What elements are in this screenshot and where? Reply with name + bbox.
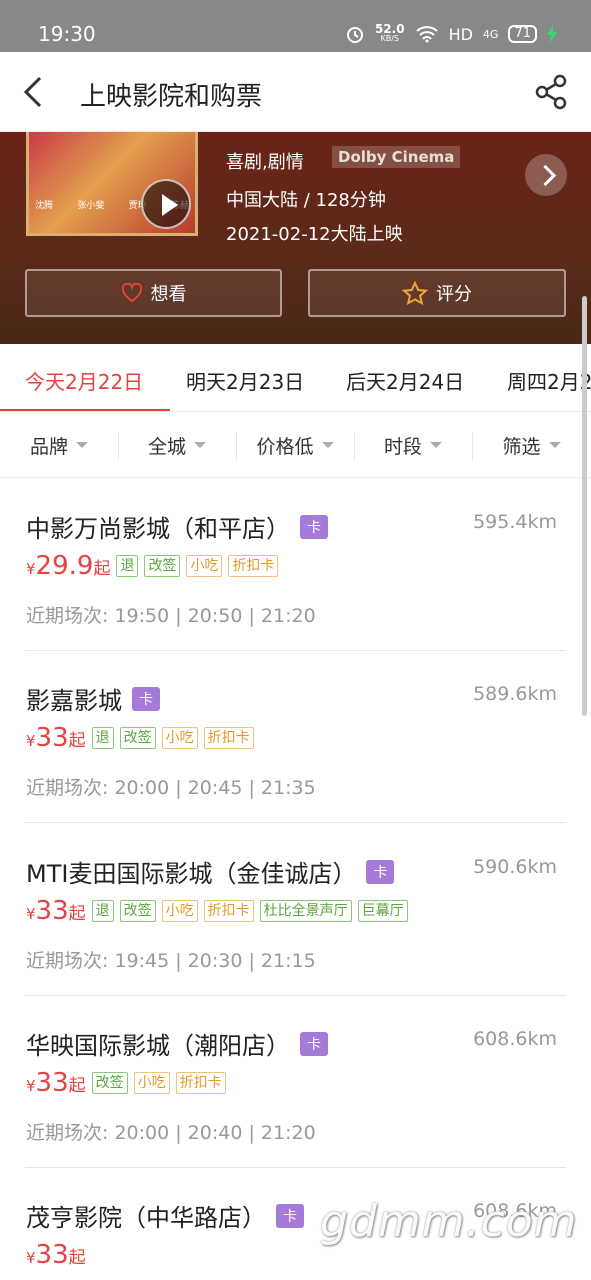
tag-rebook: 改签: [91, 1072, 128, 1094]
rate-label: 评分: [436, 284, 472, 305]
cinema-name: 中影万尚影城（和平店）: [26, 515, 290, 543]
filter-time[interactable]: 时段: [354, 412, 472, 478]
tab-date-thursday[interactable]: 周四2月25日: [507, 366, 591, 395]
status-icons: 52.0 KB/S HD 4G 71: [345, 22, 557, 44]
cinema-showtimes: 近期场次: 20:00 | 20:40 | 21:20: [26, 1122, 316, 1144]
tag-imax-hall: 巨幕厅: [357, 900, 408, 922]
caret-down-icon: [548, 442, 561, 448]
rate-button[interactable]: 评分: [308, 269, 566, 317]
filter-more[interactable]: 筛选: [472, 412, 591, 478]
tag-snacks: 小吃: [186, 555, 223, 577]
tag-refund: 退: [91, 727, 114, 749]
tag-dolby-atmos-hall: 杜比全景声厅: [259, 900, 352, 922]
card-badge: 卡: [300, 1031, 328, 1056]
divider: [25, 822, 566, 823]
cinema-item[interactable]: MTI麦田国际影城（金佳诚店） 卡 590.6km ¥ 33 起 退 改签 小吃…: [0, 824, 591, 996]
cinema-price: ¥ 33 起: [26, 723, 86, 753]
cinema-distance: 589.6km: [473, 683, 557, 705]
share-icon[interactable]: [533, 72, 569, 112]
net-speed: 52.0 KB/S: [374, 22, 405, 43]
date-tabs: 今天2月22日 明天2月23日 后天2月24日 周四2月25日: [0, 344, 591, 412]
tag-refund: 退: [91, 900, 114, 922]
scrollbar[interactable]: [582, 296, 587, 716]
status-bar: 19:30 52.0 KB/S HD 4G 71: [0, 0, 591, 52]
tag-discount-card: 折扣卡: [203, 900, 254, 922]
card-badge: 卡: [366, 859, 395, 884]
cinema-showtimes: 近期场次: 20:00 | 20:45 | 21:35: [26, 777, 316, 799]
battery-icon: 71: [508, 25, 537, 43]
cinema-showtimes: 近期场次: 19:50 | 20:50 | 21:20: [26, 605, 316, 627]
signal-icon: 4G: [482, 27, 499, 41]
chevron-right-icon[interactable]: [525, 154, 567, 196]
hd-indicator: HD: [448, 24, 473, 44]
filter-brand[interactable]: 品牌: [0, 412, 118, 478]
tag-rebook: 改签: [119, 900, 156, 922]
back-arrow-icon[interactable]: [18, 74, 50, 110]
caret-down-icon: [430, 442, 442, 448]
movie-release-date: 2021-02-12大陆上映: [226, 224, 403, 245]
tag-refund: 退: [116, 555, 139, 577]
caret-down-icon: [194, 442, 206, 448]
star-icon: [402, 281, 428, 305]
tag-rebook: 改签: [144, 555, 181, 577]
movie-poster[interactable]: 沈腾 张小斐 贾玲 陈赫: [26, 132, 198, 236]
cinema-item[interactable]: 中影万尚影城（和平店） 卡 595.4km ¥ 29.9 起 退 改签 小吃 折…: [0, 479, 591, 651]
want-label: 想看: [150, 284, 187, 305]
tag-snacks: 小吃: [161, 727, 198, 749]
cinema-name: 茂亨影院（中华路店）: [26, 1204, 266, 1232]
tag-discount-card: 折扣卡: [203, 727, 254, 749]
cinema-price: ¥ 29.9 起: [26, 551, 111, 581]
tag-snacks: 小吃: [161, 900, 198, 922]
filter-bar: 品牌 全城 价格低 时段 筛选: [0, 412, 591, 478]
caret-down-icon: [76, 442, 88, 448]
cinema-price: ¥ 33 起: [26, 1068, 86, 1098]
cinema-distance: 590.6km: [473, 856, 557, 878]
watermark: gdmm.com: [320, 1196, 578, 1247]
card-badge: 卡: [300, 514, 328, 539]
cinema-name: MTI麦田国际影城（金佳诚店）: [26, 860, 357, 888]
filter-area[interactable]: 全城: [118, 412, 236, 478]
tag-discount-card: 折扣卡: [228, 555, 279, 577]
cinema-item[interactable]: 影嘉影城 卡 589.6km ¥ 33 起 退 改签 小吃 折扣卡 近期场次: …: [0, 651, 591, 823]
filter-price[interactable]: 价格低: [236, 412, 354, 478]
cinema-price: ¥ 33 起: [26, 1240, 86, 1270]
tab-date-day-after[interactable]: 后天2月24日: [346, 366, 464, 395]
cinema-showtimes: 近期场次: 19:45 | 20:30 | 21:15: [26, 950, 316, 972]
cinema-distance: 608.6km: [473, 1028, 557, 1050]
play-trailer-icon[interactable]: [141, 179, 191, 229]
movie-region-duration: 中国大陆 / 128分钟: [226, 190, 386, 211]
tag-snacks: 小吃: [133, 1072, 170, 1094]
movie-genre: 喜剧,剧情: [226, 152, 304, 173]
cinema-distance: 595.4km: [473, 511, 557, 533]
status-time: 19:30: [38, 22, 96, 46]
page-title: 上映影院和购票: [80, 82, 263, 112]
app-header: 上映影院和购票: [0, 52, 591, 132]
cinema-name: 华映国际影城（潮阳店）: [26, 1032, 290, 1060]
cinema-item[interactable]: 华映国际影城（潮阳店） 卡 608.6km ¥ 33 起 改签 小吃 折扣卡 近…: [0, 996, 591, 1168]
tab-date-today[interactable]: 今天2月22日: [25, 366, 143, 395]
dolby-badge: Dolby Cinema: [332, 146, 461, 168]
charging-icon: [547, 25, 557, 43]
cinema-name: 影嘉影城: [26, 687, 122, 715]
tag-discount-card: 折扣卡: [175, 1072, 226, 1094]
caret-down-icon: [321, 442, 334, 448]
card-badge: 卡: [276, 1203, 304, 1228]
heart-icon: [121, 283, 142, 303]
tag-rebook: 改签: [119, 727, 156, 749]
wifi-icon: [415, 26, 438, 43]
movie-banner: 沈腾 张小斐 贾玲 陈赫 喜剧,剧情 Dolby Cinema 中国大陆 / 1…: [0, 132, 591, 344]
cinema-price: ¥ 33 起: [26, 896, 86, 926]
alarm-icon: [346, 27, 363, 43]
card-badge: 卡: [132, 686, 160, 711]
want-to-watch-button[interactable]: 想看: [25, 269, 282, 317]
tab-date-tomorrow[interactable]: 明天2月23日: [186, 366, 304, 395]
